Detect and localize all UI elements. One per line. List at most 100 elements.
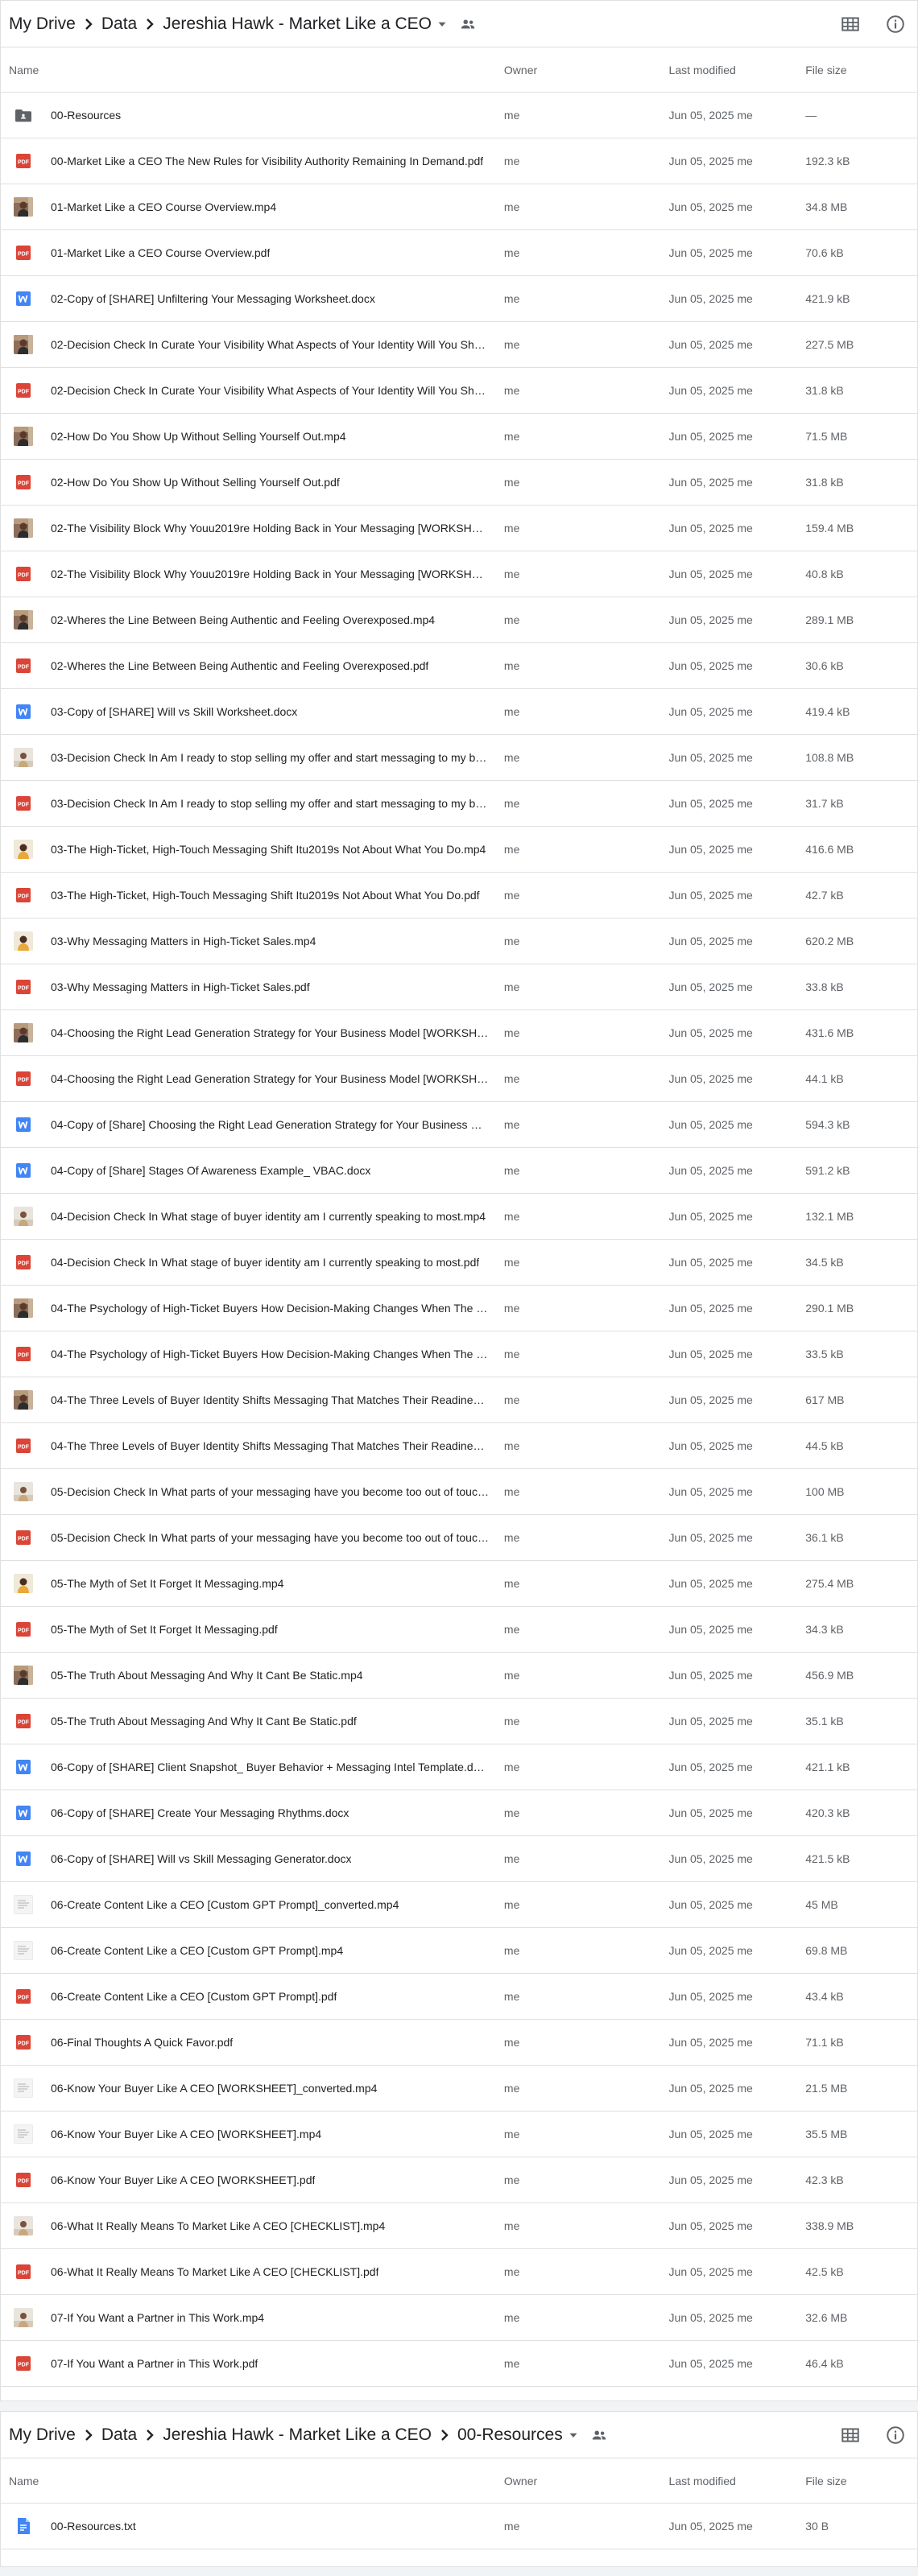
file-row[interactable]: 02-How Do You Show Up Without Selling Yo… — [1, 414, 917, 460]
file-row[interactable]: PDF 04-The Psychology of High-Ticket Buye… — [1, 1331, 917, 1377]
file-name: 06-Final Thoughts A Quick Favor.pdf — [51, 2036, 234, 2049]
file-row[interactable]: 04-Choosing the Right Lead Generation St… — [1, 1010, 917, 1056]
file-row[interactable]: 02-The Visibility Block Why Youu2019re H… — [1, 506, 917, 551]
file-row[interactable]: PDF 03-Why Messaging Matters in High-Tick… — [1, 964, 917, 1010]
breadcrumb-item-data[interactable]: Data — [101, 14, 137, 34]
file-row[interactable]: 06-What It Really Means To Market Like A… — [1, 2203, 917, 2249]
caret-down-icon[interactable] — [435, 17, 449, 31]
file-name: 04-Copy of [Share] Choosing the Right Le… — [51, 1118, 490, 1131]
file-row[interactable]: 06-Copy of [SHARE] Client Snapshot_ Buye… — [1, 1744, 917, 1790]
file-row[interactable]: 05-The Truth About Messaging And Why It … — [1, 1653, 917, 1699]
file-owner: me — [503, 155, 520, 167]
file-row[interactable]: PDF 07-If You Want a Partner in This Work… — [1, 2341, 917, 2387]
breadcrumb-item-current-folder[interactable]: Jereshia Hawk - Market Like a CEO — [163, 14, 432, 34]
pdf-icon: PDF — [14, 656, 33, 675]
file-row[interactable]: 03-Copy of [SHARE] Will vs Skill Workshe… — [1, 689, 917, 735]
video-thumbnail-icon — [13, 1894, 34, 1915]
breadcrumb-item-my-drive[interactable]: My Drive — [9, 14, 76, 34]
file-modified: Jun 05, 2025 me — [668, 1210, 753, 1223]
file-row[interactable]: 04-Copy of [Share] Choosing the Right Le… — [1, 1102, 917, 1148]
file-modified: Jun 05, 2025 me — [668, 659, 753, 672]
file-modified: Jun 05, 2025 me — [668, 2219, 753, 2232]
file-row[interactable]: PDF 05-The Truth About Messaging And Why … — [1, 1699, 917, 1744]
file-row[interactable]: PDF 03-Decision Check In Am I ready to st… — [1, 781, 917, 827]
file-name: 03-Why Messaging Matters in High-Ticket … — [51, 935, 316, 947]
grid-view-icon[interactable] — [840, 14, 861, 35]
info-icon[interactable] — [885, 14, 906, 35]
file-row[interactable]: 02-Decision Check In Curate Your Visibil… — [1, 322, 917, 368]
file-size: 36.1 kB — [805, 1531, 844, 1544]
column-header-modified[interactable]: Last modified — [669, 64, 806, 76]
column-header-size[interactable]: File size — [805, 2475, 917, 2487]
file-modified: Jun 05, 2025 me — [668, 843, 753, 856]
file-name: 06-Create Content Like a CEO [Custom GPT… — [51, 1944, 344, 1957]
file-row[interactable]: PDF 04-Choosing the Right Lead Generation… — [1, 1056, 917, 1102]
column-header-name[interactable]: Name — [1, 64, 504, 76]
file-row[interactable]: 03-The High-Ticket, High-Touch Messaging… — [1, 827, 917, 873]
svg-text:PDF: PDF — [18, 1445, 30, 1451]
file-row[interactable]: 02-Copy of [SHARE] Unfiltering Your Mess… — [1, 276, 917, 322]
file-row[interactable]: PDF 03-The High-Ticket, High-Touch Messag… — [1, 873, 917, 919]
file-row[interactable]: 02-Wheres the Line Between Being Authent… — [1, 597, 917, 643]
file-row[interactable]: PDF 02-How Do You Show Up Without Selling… — [1, 460, 917, 506]
file-row[interactable]: 05-The Myth of Set It Forget It Messagin… — [1, 1561, 917, 1607]
file-row[interactable]: 04-Decision Check In What stage of buyer… — [1, 1194, 917, 1240]
svg-text:PDF: PDF — [18, 160, 30, 166]
file-row[interactable]: PDF 05-Decision Check In What parts of yo… — [1, 1515, 917, 1561]
file-row[interactable]: 06-Know Your Buyer Like A CEO [WORKSHEET… — [1, 2066, 917, 2112]
file-row[interactable]: PDF 06-Final Thoughts A Quick Favor.pdf me… — [1, 2020, 917, 2066]
file-row[interactable]: PDF 04-Decision Check In What stage of bu… — [1, 1240, 917, 1286]
file-row[interactable]: 06-Copy of [SHARE] Will vs Skill Messagi… — [1, 1836, 917, 1882]
column-header-size[interactable]: File size — [805, 64, 917, 76]
info-icon[interactable] — [885, 2425, 906, 2446]
breadcrumb-item-parent-folder[interactable]: Jereshia Hawk - Market Like a CEO — [163, 2425, 432, 2445]
file-name: 03-Copy of [SHARE] Will vs Skill Workshe… — [51, 705, 298, 718]
word-doc-icon — [14, 702, 33, 721]
file-row[interactable]: PDF 06-What It Really Means To Market Lik… — [1, 2249, 917, 2295]
file-row[interactable]: PDF 01-Market Like a CEO Course Overview.… — [1, 230, 917, 276]
file-row[interactable]: 00-Resources me Jun 05, 2025 me — — [1, 93, 917, 138]
file-row[interactable]: PDF 02-Wheres the Line Between Being Auth… — [1, 643, 917, 689]
file-name-cell: 05-Decision Check In What parts of your … — [1, 1482, 504, 1501]
column-header-owner[interactable]: Owner — [504, 2475, 669, 2487]
column-header-name[interactable]: Name — [1, 2475, 504, 2487]
file-row[interactable]: 06-Create Content Like a CEO [Custom GPT… — [1, 1882, 917, 1928]
file-row[interactable]: PDF 04-The Three Levels of Buyer Identity… — [1, 1423, 917, 1469]
file-row[interactable]: 03-Why Messaging Matters in High-Ticket … — [1, 919, 917, 964]
file-name-cell: 06-Copy of [SHARE] Client Snapshot_ Buye… — [1, 1757, 504, 1777]
file-row[interactable]: PDF 02-The Visibility Block Why Youu2019r… — [1, 551, 917, 597]
file-row[interactable]: 06-Know Your Buyer Like A CEO [WORKSHEET… — [1, 2112, 917, 2157]
file-row[interactable]: 06-Create Content Like a CEO [Custom GPT… — [1, 1928, 917, 1974]
breadcrumb-item-data[interactable]: Data — [101, 2425, 137, 2445]
file-row[interactable]: 01-Market Like a CEO Course Overview.mp4… — [1, 184, 917, 230]
file-row[interactable]: PDF 06-Know Your Buyer Like A CEO [WORKSH… — [1, 2157, 917, 2203]
video-thumbnail-icon — [14, 1298, 33, 1318]
column-header-modified[interactable]: Last modified — [669, 2475, 806, 2487]
caret-down-icon[interactable] — [566, 2428, 581, 2442]
file-row[interactable]: 07-If You Want a Partner in This Work.mp… — [1, 2295, 917, 2341]
breadcrumb-item-current-folder[interactable]: 00-Resources — [457, 2425, 563, 2445]
column-header-owner[interactable]: Owner — [504, 64, 669, 76]
file-name: 04-Choosing the Right Lead Generation St… — [51, 1026, 490, 1039]
file-name: 06-Know Your Buyer Like A CEO [WORKSHEET… — [51, 2128, 322, 2140]
file-row[interactable]: PDF 00-Market Like a CEO The New Rules fo… — [1, 138, 917, 184]
file-row[interactable]: 04-Copy of [Share] Stages Of Awareness E… — [1, 1148, 917, 1194]
file-row[interactable]: 05-Decision Check In What parts of your … — [1, 1469, 917, 1515]
breadcrumb-item-my-drive[interactable]: My Drive — [9, 2425, 76, 2445]
file-row[interactable]: 04-The Three Levels of Buyer Identity Sh… — [1, 1377, 917, 1423]
word-doc-icon — [14, 1161, 33, 1180]
file-row[interactable]: PDF 06-Create Content Like a CEO [Custom … — [1, 1974, 917, 2020]
file-row[interactable]: PDF 05-The Myth of Set It Forget It Messa… — [1, 1607, 917, 1653]
pdf-icon: PDF — [14, 2033, 33, 2052]
file-row[interactable]: 00-Resources.txt me Jun 05, 2025 me 30 B — [1, 2504, 917, 2549]
file-row[interactable]: 03-Decision Check In Am I ready to stop … — [1, 735, 917, 781]
file-row[interactable]: 04-The Psychology of High-Ticket Buyers … — [1, 1286, 917, 1331]
file-row[interactable]: 06-Copy of [SHARE] Create Your Messaging… — [1, 1790, 917, 1836]
file-name: 02-Copy of [SHARE] Unfiltering Your Mess… — [51, 292, 375, 305]
file-modified: Jun 05, 2025 me — [668, 1393, 753, 1406]
grid-view-icon[interactable] — [840, 2425, 861, 2446]
file-owner: me — [503, 2265, 520, 2278]
file-owner: me — [503, 200, 520, 213]
file-row[interactable]: PDF 02-Decision Check In Curate Your Visi… — [1, 368, 917, 414]
file-owner: me — [503, 1439, 520, 1452]
